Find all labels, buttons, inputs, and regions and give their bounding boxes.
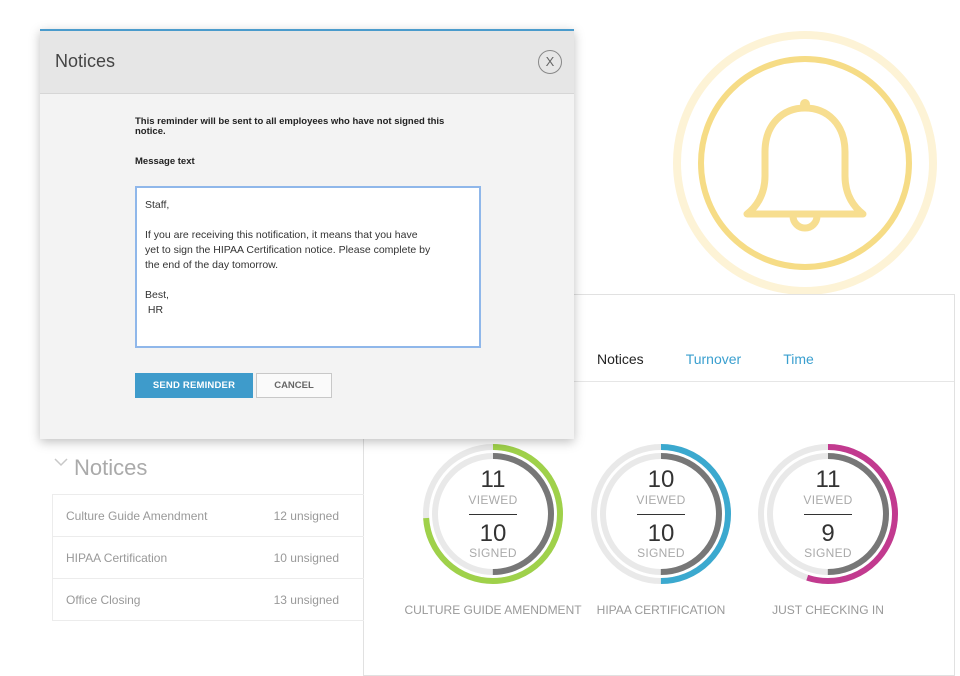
- send-reminder-button[interactable]: SEND REMINDER: [135, 373, 253, 398]
- modal-title: Notices: [55, 51, 116, 71]
- notice-status: 13 unsigned: [273, 592, 339, 607]
- signed-label: SIGNED: [804, 546, 852, 560]
- list-item[interactable]: Culture Guide Amendment 12 unsigned: [53, 495, 364, 537]
- close-icon: X: [545, 54, 555, 69]
- message-textarea[interactable]: Staff, If you are receiving this notific…: [135, 186, 481, 348]
- notices-heading: Notices: [74, 455, 148, 480]
- tab-time[interactable]: Time: [783, 351, 814, 367]
- gauge-caption: HIPAA CERTIFICATION: [596, 603, 726, 617]
- notice-name: Culture Guide Amendment: [66, 508, 208, 523]
- gauge-divider: [804, 514, 852, 515]
- gauge-divider: [637, 514, 685, 515]
- reminder-info-text: This reminder will be sent to all employ…: [135, 116, 445, 137]
- message-text-label: Message text: [135, 156, 195, 167]
- signed-count: 9: [821, 520, 835, 547]
- viewed-label: VIEWED: [636, 493, 686, 507]
- notice-name: Office Closing: [66, 592, 141, 607]
- viewed-label: VIEWED: [803, 493, 853, 507]
- reminder-modal: Notices X This reminder will be sent to …: [40, 29, 574, 439]
- list-item[interactable]: HIPAA Certification 10 unsigned: [53, 537, 364, 579]
- dashboard-tabs: Notices Turnover Time: [597, 351, 814, 367]
- signed-count: 10: [479, 520, 507, 547]
- signed-label: SIGNED: [469, 546, 517, 560]
- tab-notices[interactable]: Notices: [597, 351, 644, 367]
- bell-icon: [672, 30, 938, 296]
- notice-status: 10 unsigned: [273, 550, 339, 565]
- notice-name: HIPAA Certification: [66, 550, 168, 565]
- viewed-count: 10: [647, 466, 675, 493]
- gauge-divider: [469, 514, 517, 515]
- close-button[interactable]: X: [538, 50, 562, 74]
- viewed-count: 11: [480, 466, 506, 493]
- notices-list: Culture Guide Amendment 12 unsigned HIPA…: [52, 494, 364, 621]
- notice-status: 12 unsigned: [273, 508, 339, 523]
- viewed-label: VIEWED: [468, 493, 518, 507]
- notices-section-header[interactable]: Notices: [54, 455, 147, 481]
- gauge-culture-guide[interactable]: 11 VIEWED 10 SIGNED CULTURE GUIDE AMENDM…: [404, 442, 582, 617]
- chevron-down-icon: [54, 458, 68, 467]
- gauge-hipaa[interactable]: 10 VIEWED 10 SIGNED HIPAA CERTIFICATION: [589, 442, 749, 617]
- viewed-count: 11: [815, 466, 841, 493]
- gauge-just-checking-in[interactable]: 11 VIEWED 9 SIGNED JUST CHECKING IN: [756, 442, 916, 617]
- signed-count: 10: [647, 520, 675, 547]
- gauge-caption: JUST CHECKING IN: [772, 603, 884, 617]
- cancel-button[interactable]: CANCEL: [256, 373, 332, 398]
- tab-turnover[interactable]: Turnover: [686, 351, 742, 367]
- gauge-caption: CULTURE GUIDE AMENDMENT: [404, 603, 582, 617]
- list-item[interactable]: Office Closing 13 unsigned: [53, 579, 364, 620]
- signed-label: SIGNED: [637, 546, 685, 560]
- modal-header: Notices X: [40, 31, 574, 94]
